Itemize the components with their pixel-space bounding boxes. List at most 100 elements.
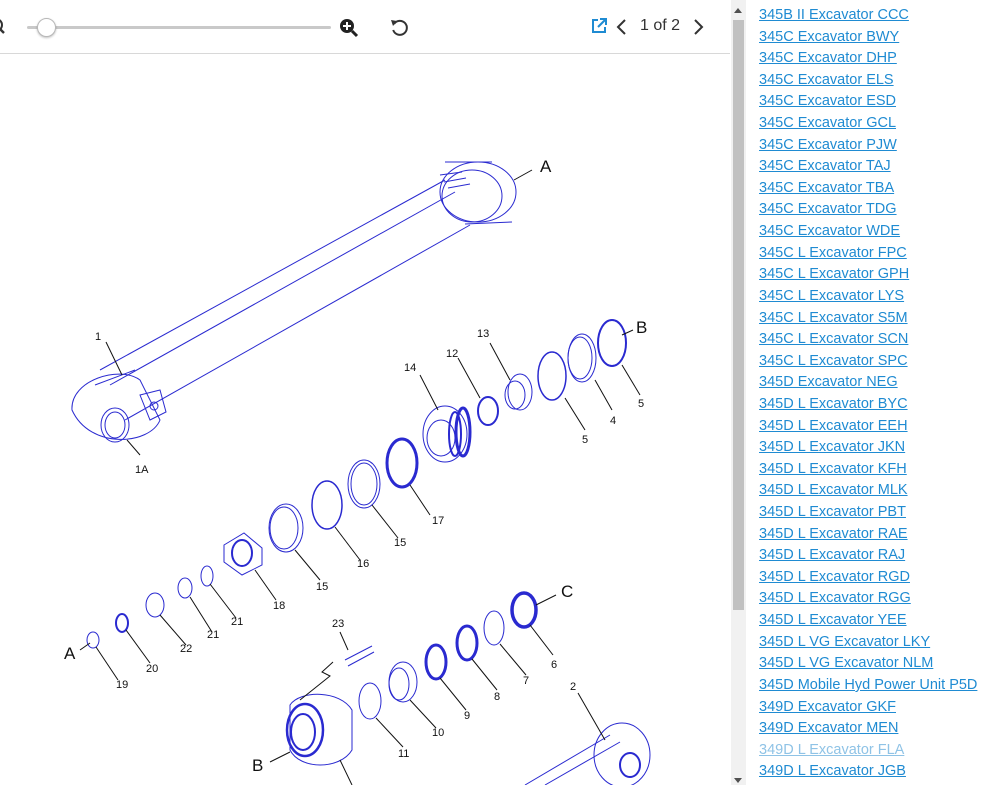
part-label-1: 1 — [95, 331, 101, 343]
model-link[interactable]: 345B II Excavator CCC — [759, 7, 909, 23]
part-label-8: 8 — [494, 691, 500, 703]
zoom-out-icon[interactable] — [0, 18, 8, 36]
model-link[interactable]: 345C Excavator TAJ — [759, 158, 891, 174]
model-list-item: 345D L VG Excavator NLM — [759, 653, 977, 675]
model-list-item: 345C Excavator GCL — [759, 113, 977, 135]
model-link[interactable]: 345C Excavator BWY — [759, 29, 899, 45]
model-link[interactable]: 345D L Excavator EEH — [759, 418, 908, 434]
part-label-17: 17 — [432, 515, 444, 527]
part-label-6: 6 — [551, 659, 557, 671]
part-label-23: 23 — [332, 618, 344, 630]
model-link[interactable]: 345D L Excavator YEE — [759, 612, 907, 628]
part-label-19: 19 — [116, 679, 128, 691]
model-list-item: 349D Excavator MEN — [759, 718, 977, 740]
zoom-slider-thumb[interactable] — [37, 18, 56, 37]
model-list-item: 345C L Excavator SPC — [759, 351, 977, 373]
model-link[interactable]: 345C L Excavator SPC — [759, 353, 908, 369]
part-label-21a: 21 — [231, 616, 243, 628]
model-list-item: 345C L Excavator S5M — [759, 308, 977, 330]
model-list-item: 345D L VG Excavator LKY — [759, 632, 977, 654]
part-label-21b: 21 — [207, 629, 219, 641]
part-label-13: 13 — [477, 328, 489, 340]
parts-diagram-viewer: 1 of 2 A B C A B 1 1A 2 4 5 5 6 7 8 9 10… — [0, 0, 730, 785]
scrollbar-thumb[interactable] — [733, 20, 744, 610]
model-list-item: 345D Excavator NEG — [759, 372, 977, 394]
model-link[interactable]: 345D L Excavator RGD — [759, 569, 910, 585]
model-link[interactable]: 345D L Excavator JKN — [759, 439, 905, 455]
model-list-item: 345C Excavator ESD — [759, 91, 977, 113]
model-link[interactable]: 345D L Excavator RAJ — [759, 547, 905, 563]
scroll-down-arrow-icon[interactable] — [734, 778, 742, 783]
zoom-slider-track[interactable] — [27, 26, 331, 29]
model-link[interactable]: 349D L Excavator FLA — [759, 742, 904, 758]
part-label-16: 16 — [357, 558, 369, 570]
external-link-icon[interactable] — [591, 18, 607, 34]
model-list-item: 345B II Excavator CCC — [759, 5, 977, 27]
previous-page-icon[interactable] — [616, 19, 628, 35]
model-link[interactable]: 345D L Excavator KFH — [759, 461, 907, 477]
part-label-12: 12 — [446, 348, 458, 360]
model-link[interactable]: 345D L Excavator RGG — [759, 590, 911, 606]
model-list-item: 345C Excavator BWY — [759, 27, 977, 49]
model-link[interactable]: 345C Excavator TDG — [759, 201, 897, 217]
model-list-item: 345C Excavator DHP — [759, 48, 977, 70]
model-link[interactable]: 349D Excavator GKF — [759, 699, 896, 715]
part-label-4: 4 — [610, 415, 616, 427]
model-link[interactable]: 345C Excavator ESD — [759, 93, 896, 109]
model-link[interactable]: 345C L Excavator SCN — [759, 331, 908, 347]
model-list-item: 345D L Excavator JKN — [759, 437, 977, 459]
model-link[interactable]: 345C Excavator ELS — [759, 72, 894, 88]
model-list-item: 349D L Excavator FLA — [759, 740, 977, 762]
model-list-item: 345C L Excavator GPH — [759, 264, 977, 286]
model-list-item: 345C Excavator ELS — [759, 70, 977, 92]
model-list-item: 345D L Excavator KFH — [759, 459, 977, 481]
model-link[interactable]: 345D L Excavator BYC — [759, 396, 908, 412]
model-list-item: 345C L Excavator SCN — [759, 329, 977, 351]
callout-B-bottom: B — [252, 756, 263, 775]
rotate-icon[interactable] — [390, 18, 410, 38]
model-link[interactable]: 345D Mobile Hyd Power Unit P5D — [759, 677, 977, 693]
model-list-item: 345C Excavator TAJ — [759, 156, 977, 178]
viewer-toolbar: 1 of 2 — [0, 0, 730, 54]
model-list-item: 345C L Excavator LYS — [759, 286, 977, 308]
model-link[interactable]: 345C Excavator PJW — [759, 137, 897, 153]
model-link[interactable]: 345D L VG Excavator NLM — [759, 655, 933, 671]
next-page-icon[interactable] — [692, 19, 704, 35]
model-link[interactable]: 345C Excavator TBA — [759, 180, 894, 196]
zoom-in-icon[interactable] — [339, 18, 359, 38]
model-link[interactable]: 349D L Excavator JGB — [759, 763, 906, 779]
model-list-item: 345D Mobile Hyd Power Unit P5D — [759, 675, 977, 697]
model-list-item: 345D L Excavator RAE — [759, 524, 977, 546]
callout-A-left: A — [64, 644, 76, 663]
model-link[interactable]: 345D L Excavator PBT — [759, 504, 906, 520]
model-link[interactable]: 345D L Excavator MLK — [759, 482, 908, 498]
model-link[interactable]: 349D Excavator MEN — [759, 720, 898, 736]
model-link[interactable]: 345C Excavator GCL — [759, 115, 896, 131]
model-list-item: 345D L Excavator RGG — [759, 588, 977, 610]
model-link[interactable]: 345C L Excavator FPC — [759, 245, 907, 261]
piston-assembly — [422, 319, 627, 463]
model-link[interactable]: 345C L Excavator LYS — [759, 288, 904, 304]
scroll-up-arrow-icon[interactable] — [734, 8, 742, 13]
rod-eye-end — [71, 369, 167, 443]
model-link[interactable]: 345D L VG Excavator LKY — [759, 634, 930, 650]
model-link[interactable]: 345C L Excavator S5M — [759, 310, 908, 326]
model-link[interactable]: 345C Excavator WDE — [759, 223, 900, 239]
model-link[interactable]: 345C L Excavator GPH — [759, 266, 909, 282]
sidebar-scrollbar[interactable] — [731, 0, 746, 785]
callout-B-top: B — [636, 318, 647, 337]
part-label-11: 11 — [398, 748, 409, 760]
page-indicator: 1 of 2 — [640, 17, 681, 34]
hydraulic-cylinder-exploded-diagram: A B C A B 1 1A 2 4 5 5 6 7 8 9 10 11 12 … — [64, 157, 651, 785]
model-link[interactable]: 345D L Excavator RAE — [759, 526, 908, 542]
model-list-item: 345C Excavator PJW — [759, 135, 977, 157]
model-list-item: 345D L Excavator EEH — [759, 416, 977, 438]
part-label-18: 18 — [273, 600, 285, 612]
model-list-item: 345C Excavator TDG — [759, 199, 977, 221]
model-list-item: 345C Excavator WDE — [759, 221, 977, 243]
part-label-15b: 15 — [316, 581, 328, 593]
model-link[interactable]: 345C Excavator DHP — [759, 50, 897, 66]
model-list-item: 345D L Excavator RGD — [759, 567, 977, 589]
model-list-item: 345D L Excavator RAJ — [759, 545, 977, 567]
model-link[interactable]: 345D Excavator NEG — [759, 374, 898, 390]
